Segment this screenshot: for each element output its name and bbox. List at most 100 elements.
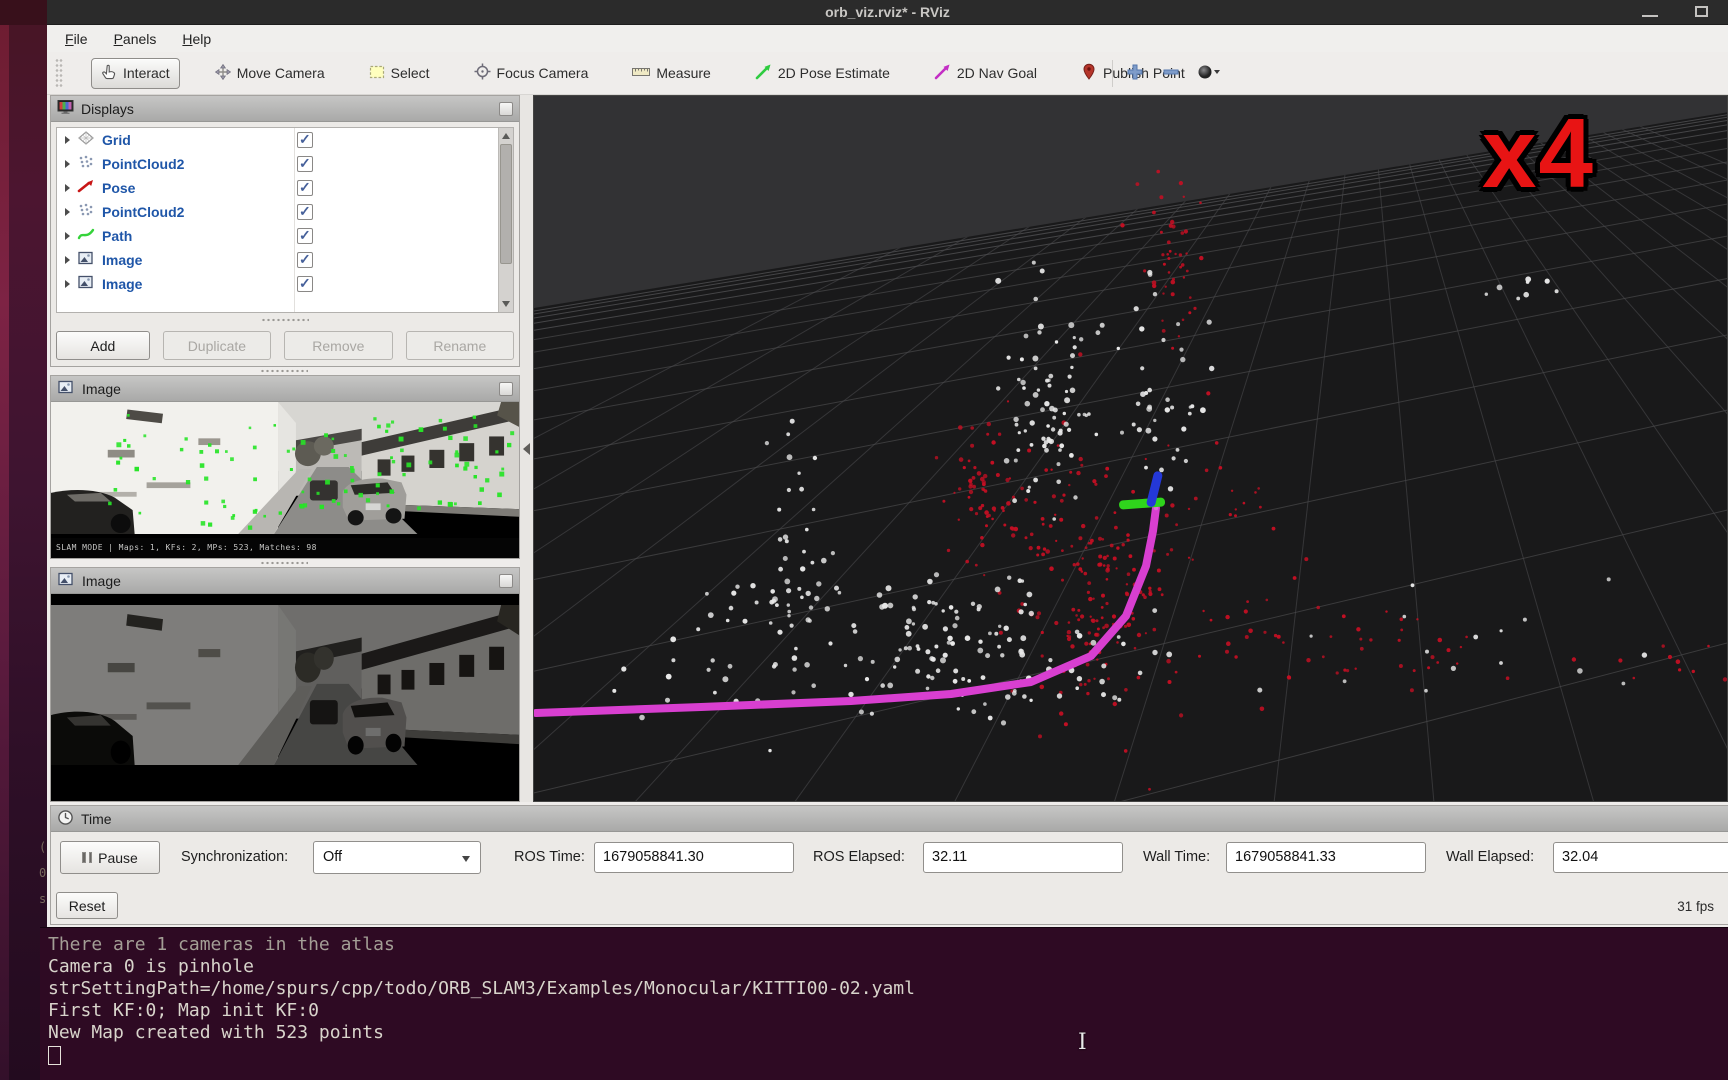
add-button[interactable]: Add [56,331,150,360]
tool-focus-camera[interactable]: Focus Camera [465,58,598,88]
display-row-label: Image [102,276,143,292]
scrollbar-thumb[interactable] [500,144,512,264]
image-icon [77,250,95,271]
speed-overlay-label: x4 [1482,98,1596,208]
display-row-pose[interactable]: Pose [57,176,513,200]
panel-float-button[interactable] [499,101,513,116]
desktop-wallpaper-strip: ( 0 s [0,0,47,1080]
display-checkbox[interactable] [297,251,313,268]
scroll-down-icon[interactable] [502,301,510,307]
display-checkbox[interactable] [297,275,313,292]
terminal-line: There are 1 cameras in the atlas [48,934,395,955]
reset-button[interactable]: Reset [56,892,118,919]
rename-button[interactable]: Rename [405,331,515,360]
display-row-image[interactable]: Image [57,272,513,296]
terminal-cursor [48,1046,61,1065]
tool-interact[interactable]: Interact [91,57,180,89]
window-titlebar[interactable]: orb_viz.rviz* - RViz [47,0,1728,25]
3d-viewport[interactable]: x4 [533,95,1728,802]
focus-crosshair-icon [474,63,491,83]
wallpaper-corner [0,0,47,25]
display-row-path[interactable]: Path [57,224,513,248]
pause-button[interactable]: Pause [60,841,160,874]
tool-measure-label: Measure [656,65,711,81]
vertical-splitter[interactable] [520,95,533,802]
display-checkbox[interactable] [297,155,313,172]
display-row-image[interactable]: Image [57,248,513,272]
splitter-handle[interactable] [260,369,308,373]
tool-move-camera-label: Move Camera [236,65,325,81]
hand-icon [101,64,117,83]
display-checkbox[interactable] [297,179,313,196]
expander-icon[interactable] [65,280,70,288]
select-box-icon [369,64,385,83]
slam-status-bar: SLAM MODE | Maps: 1, KFs: 2, MPs: 523, M… [51,538,519,558]
pose-icon [77,178,95,199]
splitter-handle[interactable] [261,318,309,322]
scroll-up-icon[interactable] [502,133,510,139]
panel-float-button[interactable] [499,573,513,588]
image-panel-header[interactable]: Image [51,568,519,594]
image-panel-raw: Image [50,567,520,802]
image-panel-header[interactable]: Image [51,376,519,402]
orb-feature-markers [108,414,515,530]
time-panel-title: Time [81,810,112,827]
display-row-grid[interactable]: Grid [57,128,513,152]
time-panel-header[interactable]: Time [51,806,1728,832]
wall-elapsed-field[interactable]: 32.04 [1553,842,1728,873]
display-checkbox[interactable] [297,203,313,220]
panel-float-button[interactable] [499,381,513,396]
displays-panel-header[interactable]: Displays [51,96,519,122]
tool-select[interactable]: Select [360,59,439,88]
remove-button[interactable]: Remove [284,331,393,360]
tool-2d-nav-goal[interactable]: 2D Nav Goal [925,58,1046,88]
splitter-handle[interactable] [260,561,308,565]
display-row-label: Pose [102,180,136,196]
add-tool-button[interactable] [1122,60,1148,88]
collapse-left-icon[interactable] [523,443,530,455]
minus-icon [1161,62,1181,87]
tree-scrollbar[interactable] [498,128,513,312]
duplicate-button[interactable]: Duplicate [162,331,272,360]
monitor-icon [57,99,74,118]
tool-select-label: Select [390,65,430,81]
expander-icon[interactable] [65,184,70,192]
maximize-button[interactable] [1695,6,1708,17]
expander-icon[interactable] [65,232,70,240]
synchronization-select[interactable]: Off [313,841,481,874]
terminal-window[interactable]: There are 1 cameras in the atlas Camera … [40,927,1728,1080]
ruler-icon [632,64,651,83]
display-row-pointcloud2[interactable]: PointCloud2 [57,152,513,176]
remove-tool-button[interactable] [1158,60,1184,88]
chevron-down-icon [462,856,470,862]
image-panel-features: Image SLAM MODE | Maps: 1, KFs: 2, MPs: … [50,375,520,559]
minimize-button[interactable] [1642,5,1658,17]
ros-time-field[interactable]: 1679058841.30 [594,842,794,873]
menu-bar: File Panels Help [47,25,1728,52]
toolbar-grip-handle[interactable] [55,58,63,88]
display-checkbox[interactable] [297,227,313,244]
clock-icon [57,809,74,829]
background-terminal-glyph: s [39,892,47,906]
tool-properties-button[interactable] [1196,60,1222,88]
tool-measure[interactable]: Measure [623,59,719,88]
ros-elapsed-field[interactable]: 32.11 [923,842,1123,873]
expander-icon[interactable] [65,160,70,168]
ros-elapsed-label: ROS Elapsed: [813,849,905,865]
wall-time-field[interactable]: 1679058841.33 [1226,842,1426,873]
expander-icon[interactable] [65,208,70,216]
display-checkbox[interactable] [297,131,313,148]
menu-panels[interactable]: Panels [114,31,157,47]
display-row-pointcloud2[interactable]: PointCloud2 [57,200,513,224]
tool-2d-pose-estimate[interactable]: 2D Pose Estimate [746,58,899,88]
move-camera-icon [214,63,231,83]
tool-move-camera[interactable]: Move Camera [206,59,334,88]
displays-tree: Grid PointCloud2 Pose PointCloud2 Path [56,127,514,313]
menu-help[interactable]: Help [182,31,211,47]
pause-button-label: Pause [98,849,138,866]
displays-panel-title: Displays [81,100,134,117]
expander-icon[interactable] [65,136,70,144]
wall-elapsed-label: Wall Elapsed: [1446,849,1535,865]
expander-icon[interactable] [65,256,70,264]
menu-file[interactable]: File [65,31,88,47]
